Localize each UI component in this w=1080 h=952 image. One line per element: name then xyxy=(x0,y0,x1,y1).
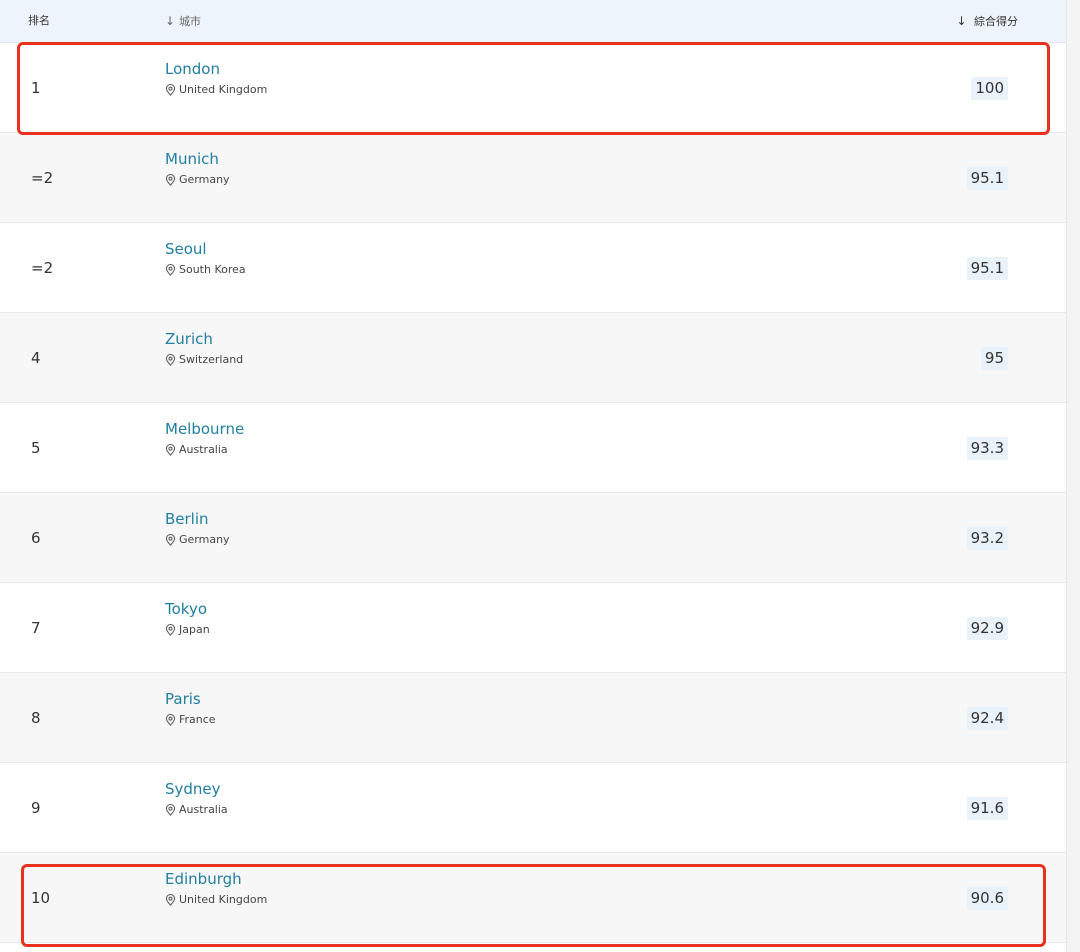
city-cell: Seoul South Korea xyxy=(165,239,246,277)
country-label: Switzerland xyxy=(165,353,243,367)
country-name: Germany xyxy=(179,533,230,546)
rank-cell: 1 xyxy=(31,79,41,97)
country-label: Japan xyxy=(165,623,210,637)
map-pin-icon xyxy=(165,84,176,96)
table-row: 7 Tokyo Japan 92.9 xyxy=(0,583,1066,673)
city-link[interactable]: Seoul xyxy=(165,239,246,259)
country-name: United Kingdom xyxy=(179,893,268,906)
city-link[interactable]: Berlin xyxy=(165,509,230,529)
city-link[interactable]: Paris xyxy=(165,689,216,709)
rank-cell: 9 xyxy=(31,799,41,817)
city-link[interactable]: Sydney xyxy=(165,779,228,799)
table-row: 9 Sydney Australia 91.6 xyxy=(0,763,1066,853)
map-pin-icon xyxy=(165,894,176,906)
city-cell: Tokyo Japan xyxy=(165,599,210,637)
rank-cell: =2 xyxy=(31,169,54,187)
table-row: 8 Paris France 92.4 xyxy=(0,673,1066,763)
arrow-down-icon: ↓ xyxy=(165,14,176,28)
score-column-header[interactable]: ↓ 綜合得分 xyxy=(956,13,1018,30)
overall-score: 92.4 xyxy=(966,707,1008,730)
table-row: =2 Seoul South Korea 95.1 xyxy=(0,223,1066,313)
city-cell: Zurich Switzerland xyxy=(165,329,243,367)
overall-score: 90.6 xyxy=(966,887,1008,910)
table-row: 1 London United Kingdom 100 xyxy=(0,43,1066,133)
map-pin-icon xyxy=(165,804,176,816)
overall-score: 100 xyxy=(971,77,1008,100)
overall-score: 91.6 xyxy=(966,797,1008,820)
table-header: 排名 ↓ 城市 ↓ 綜合得分 xyxy=(0,0,1066,43)
city-cell: London United Kingdom xyxy=(165,59,267,97)
city-cell: Melbourne Australia xyxy=(165,419,244,457)
map-pin-icon xyxy=(165,354,176,366)
map-pin-icon xyxy=(165,624,176,636)
country-name: Japan xyxy=(179,623,210,636)
city-link[interactable]: Melbourne xyxy=(165,419,244,439)
arrow-down-icon: ↓ xyxy=(956,14,967,28)
city-link[interactable]: Zurich xyxy=(165,329,243,349)
rank-cell: 7 xyxy=(31,619,41,637)
city-cell: Paris France xyxy=(165,689,216,727)
city-link[interactable]: London xyxy=(165,59,267,79)
country-label: France xyxy=(165,713,216,727)
city-column-header[interactable]: ↓ 城市 xyxy=(165,13,201,30)
country-label: Germany xyxy=(165,533,230,547)
map-pin-icon xyxy=(165,714,176,726)
rank-cell: 10 xyxy=(31,889,51,907)
rankings-table-viewport: 排名 ↓ 城市 ↓ 綜合得分 1 London United Kingdom 10… xyxy=(0,0,1080,952)
rank-column-header[interactable]: 排名 xyxy=(28,13,50,29)
table-row: =2 Munich Germany 95.1 xyxy=(0,133,1066,223)
rank-cell: 6 xyxy=(31,529,41,547)
city-link[interactable]: Munich xyxy=(165,149,230,169)
vertical-scrollbar[interactable] xyxy=(1066,0,1080,952)
country-name: Switzerland xyxy=(179,353,244,366)
rank-cell: 5 xyxy=(31,439,41,457)
table-row: 5 Melbourne Australia 93.3 xyxy=(0,403,1066,493)
rank-header-label: 排名 xyxy=(28,14,50,27)
table-row: 6 Berlin Germany 93.2 xyxy=(0,493,1066,583)
map-pin-icon xyxy=(165,264,176,276)
city-cell: Edinburgh United Kingdom xyxy=(165,869,267,907)
overall-score: 92.9 xyxy=(966,617,1008,640)
table-row: 10 Edinburgh United Kingdom 90.6 xyxy=(0,853,1066,943)
rank-cell: 8 xyxy=(31,709,41,727)
country-name: Australia xyxy=(179,443,228,456)
country-label: United Kingdom xyxy=(165,83,267,97)
country-label: Germany xyxy=(165,173,230,187)
map-pin-icon xyxy=(165,174,176,186)
city-link[interactable]: Tokyo xyxy=(165,599,210,619)
score-header-label: 綜合得分 xyxy=(974,15,1018,28)
country-name: Germany xyxy=(179,173,230,186)
city-header-label: 城市 xyxy=(179,15,202,28)
rank-cell: 4 xyxy=(31,349,41,367)
rank-cell: =2 xyxy=(31,259,54,277)
table-row: 4 Zurich Switzerland 95 xyxy=(0,313,1066,403)
overall-score: 95 xyxy=(980,347,1008,370)
country-label: Australia xyxy=(165,443,244,457)
city-cell: Sydney Australia xyxy=(165,779,228,817)
overall-score: 95.1 xyxy=(966,167,1008,190)
country-label: Australia xyxy=(165,803,228,817)
country-label: South Korea xyxy=(165,263,246,277)
overall-score: 95.1 xyxy=(966,257,1008,280)
map-pin-icon xyxy=(165,534,176,546)
city-link[interactable]: Edinburgh xyxy=(165,869,267,889)
map-pin-icon xyxy=(165,444,176,456)
city-cell: Berlin Germany xyxy=(165,509,230,547)
overall-score: 93.3 xyxy=(966,437,1008,460)
country-name: France xyxy=(179,713,216,726)
country-name: South Korea xyxy=(179,263,246,276)
table-body: 1 London United Kingdom 100 =2 Munich Ge… xyxy=(0,43,1066,943)
country-label: United Kingdom xyxy=(165,893,267,907)
overall-score: 93.2 xyxy=(966,527,1008,550)
country-name: United Kingdom xyxy=(179,83,268,96)
city-cell: Munich Germany xyxy=(165,149,230,187)
country-name: Australia xyxy=(179,803,228,816)
